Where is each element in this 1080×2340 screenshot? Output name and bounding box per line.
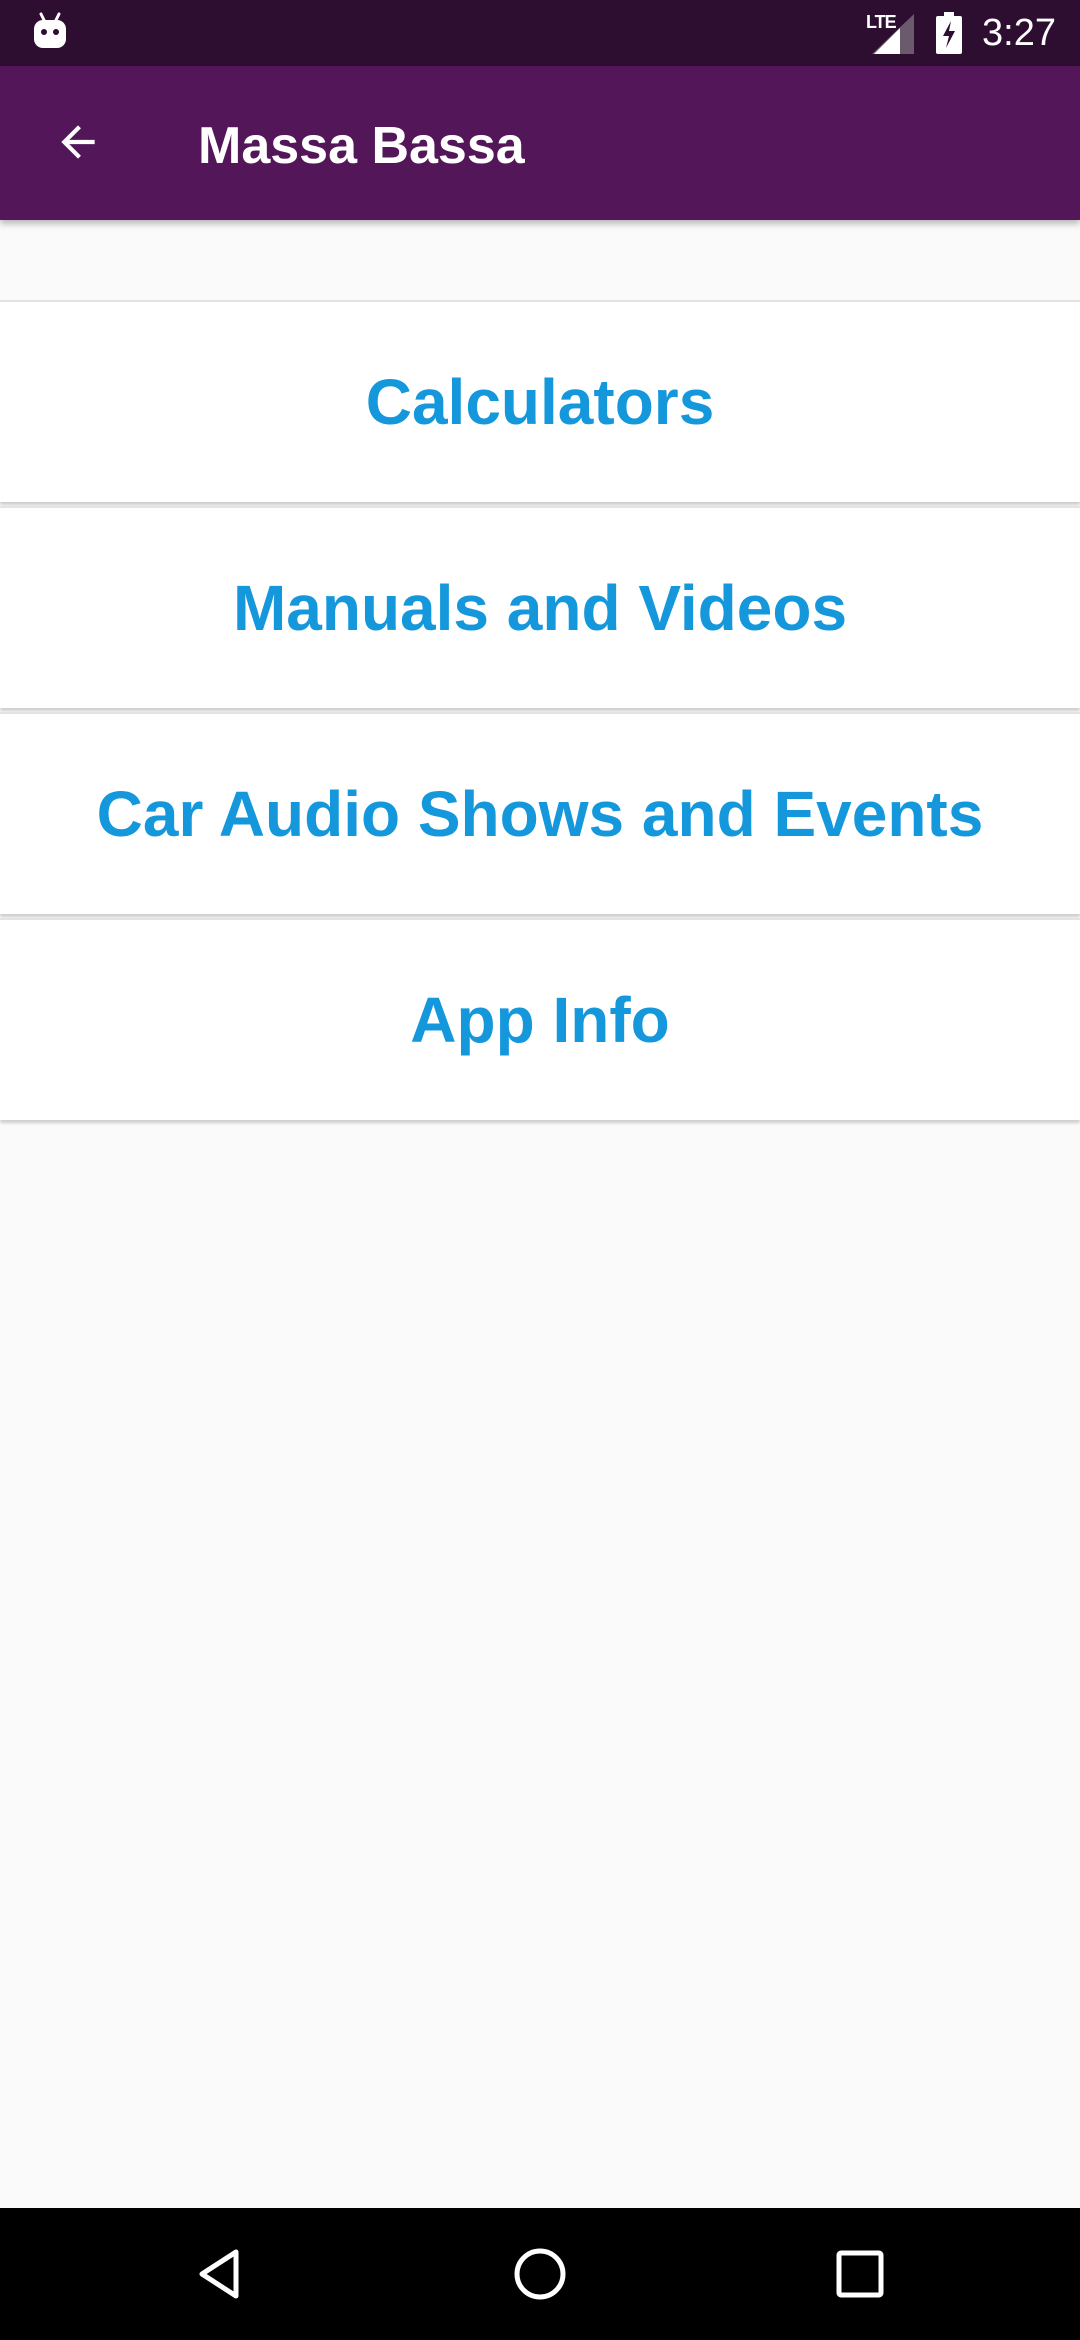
nav-back-button[interactable] (182, 2234, 262, 2314)
menu-item-car-audio-shows[interactable]: Car Audio Shows and Events (0, 712, 1080, 914)
nav-home-button[interactable] (500, 2234, 580, 2314)
nav-home-icon (514, 2248, 566, 2300)
menu-item-label: Car Audio Shows and Events (96, 778, 984, 850)
navigation-bar (0, 2208, 1080, 2340)
nav-recents-icon (836, 2250, 884, 2298)
menu-list: Calculators Manuals and Videos Car Audio… (0, 300, 1080, 1124)
nav-back-icon (199, 2249, 239, 2299)
app-title: Massa Bassa (198, 117, 525, 175)
menu-item-label: Calculators (365, 366, 715, 438)
menu-item-label: App Info (410, 984, 670, 1056)
status-bar: LTE 3:27 (0, 0, 1080, 66)
menu-item-manuals-and-videos[interactable]: Manuals and Videos (0, 506, 1080, 708)
arrow-back-icon (61, 125, 95, 159)
app-bar: Massa Bassa (0, 66, 1080, 220)
back-button[interactable] (28, 92, 128, 192)
nav-recents-button[interactable] (820, 2234, 900, 2314)
screen: LTE 3:27 Massa Bassa Calculators Manuals… (0, 0, 1080, 2340)
clock: 3:27 (982, 12, 1056, 54)
android-notification-icon (34, 12, 66, 48)
battery-charging-icon (936, 12, 962, 54)
signal-icon (872, 14, 914, 54)
menu-item-label: Manuals and Videos (232, 572, 848, 644)
menu-item-app-info[interactable]: App Info (0, 918, 1080, 1120)
menu-item-calculators[interactable]: Calculators (0, 300, 1080, 502)
